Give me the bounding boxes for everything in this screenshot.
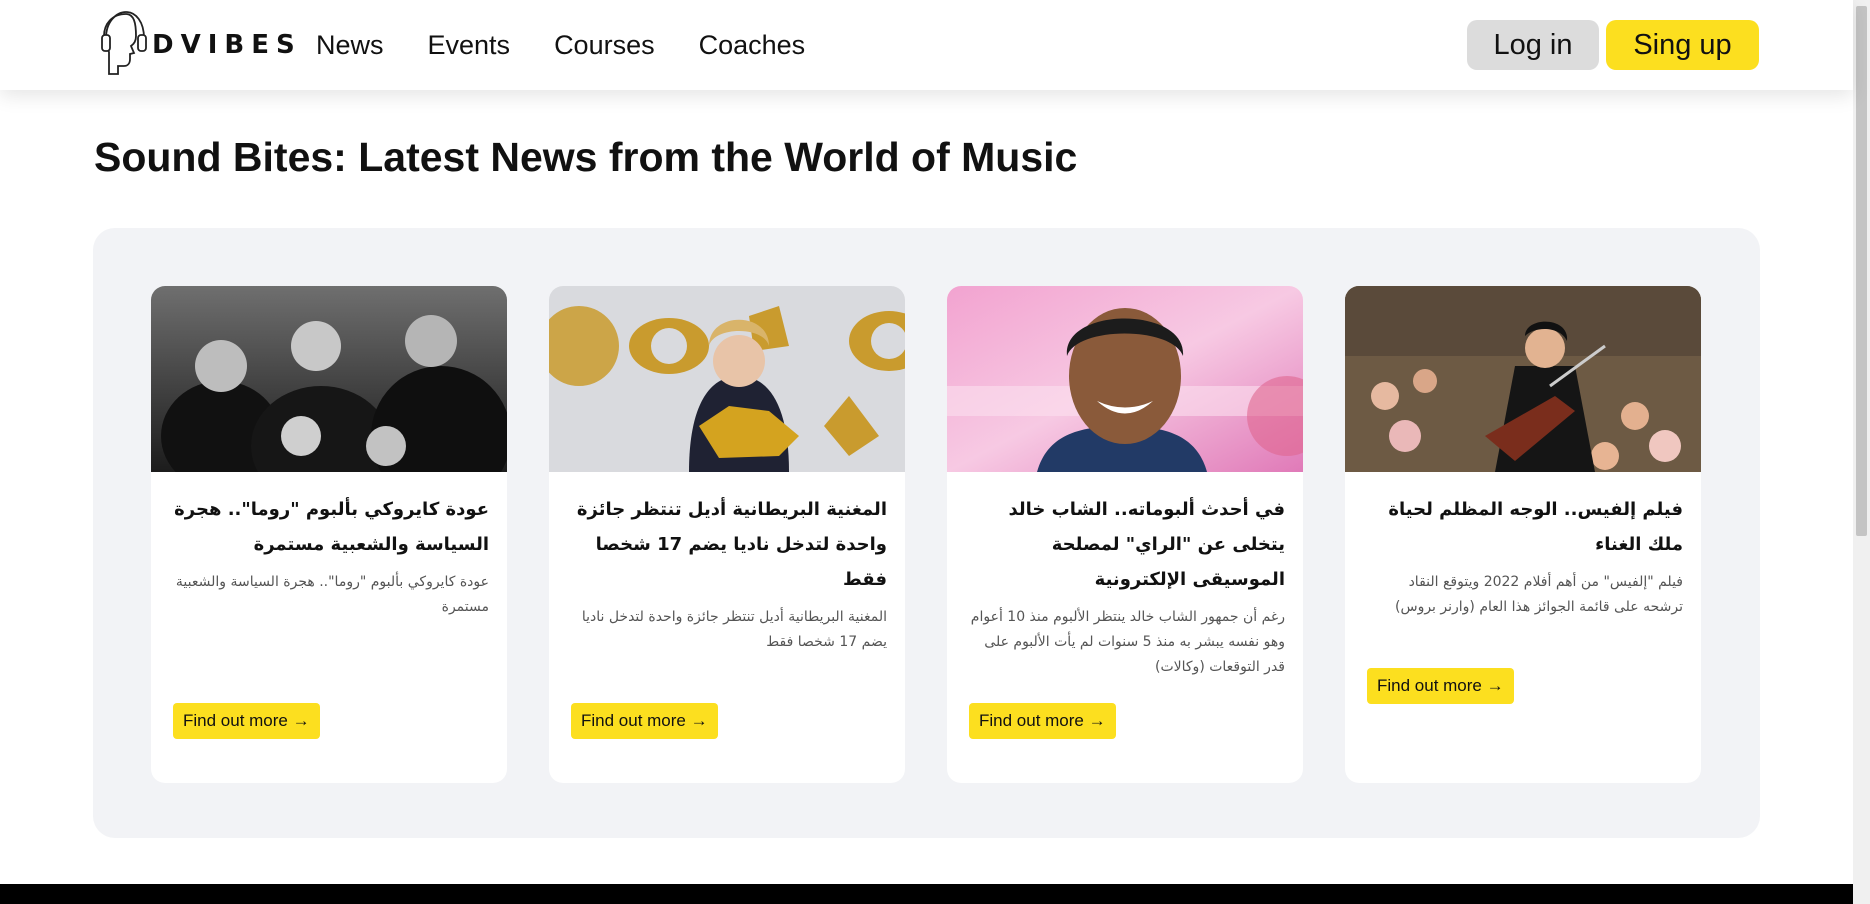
nav-news[interactable]: News — [316, 30, 384, 61]
login-button[interactable]: Log in — [1467, 20, 1599, 70]
news-card-title[interactable]: فيلم إلفيس.. الوجه المظلم لحياة ملك الغن… — [1367, 492, 1683, 562]
news-card-title[interactable]: عودة كايروكي بألبوم "روما".. هجرة السياس… — [173, 492, 489, 562]
find-out-more-button[interactable]: Find out more → — [1367, 668, 1514, 704]
news-card-description: رغم أن جمهور الشاب خالد ينتظر الألبوم من… — [970, 609, 1285, 675]
news-card-image[interactable] — [549, 286, 905, 472]
find-out-more-button[interactable]: Find out more → — [173, 703, 320, 739]
news-card: المغنية البريطانية أديل تنتظر جائزة واحد… — [549, 286, 905, 783]
headphones-head-icon — [101, 11, 147, 75]
news-card: عودة كايروكي بألبوم "روما".. هجرة السياس… — [151, 286, 507, 783]
vertical-scrollbar[interactable] — [1853, 0, 1870, 904]
main-nav: News Events Courses Coaches — [316, 0, 849, 90]
smiling-singer-photo — [947, 286, 1303, 472]
news-card-description: فيلم "إلفيس" من أهم أفلام 2022 ويتوقع ال… — [1395, 574, 1683, 615]
find-out-more-button[interactable]: Find out more → — [969, 703, 1116, 739]
signup-button[interactable]: Sing up — [1606, 20, 1759, 70]
nav-courses[interactable]: Courses — [554, 30, 655, 61]
nav-events[interactable]: Events — [428, 30, 511, 61]
news-card-description: المغنية البريطانية أديل تنتظر جائزة واحد… — [581, 609, 887, 650]
scrollbar-thumb[interactable] — [1856, 6, 1867, 536]
nav-coaches[interactable]: Coaches — [699, 30, 806, 61]
news-card-image[interactable] — [1345, 286, 1701, 472]
brand-logo[interactable]: DVIBES — [96, 8, 302, 82]
news-card: في أحدث ألبوماته.. الشاب خالد يتخلى عن "… — [947, 286, 1303, 783]
singer-awards-photo — [549, 286, 905, 472]
band-photo — [151, 286, 507, 472]
news-card-image[interactable] — [151, 286, 507, 472]
guitar-performer-photo — [1345, 286, 1701, 472]
news-section: عودة كايروكي بألبوم "روما".. هجرة السياس… — [93, 228, 1760, 838]
site-header: DVIBES News Events Courses Coaches Log i… — [0, 0, 1853, 90]
news-card: فيلم إلفيس.. الوجه المظلم لحياة ملك الغن… — [1345, 286, 1701, 783]
footer — [0, 884, 1853, 904]
page-title: Sound Bites: Latest News from the World … — [94, 134, 1078, 180]
news-card-title[interactable]: المغنية البريطانية أديل تنتظر جائزة واحد… — [571, 492, 887, 597]
news-card-title[interactable]: في أحدث ألبوماته.. الشاب خالد يتخلى عن "… — [969, 492, 1286, 597]
news-card-description: عودة كايروكي بألبوم "روما".. هجرة السياس… — [175, 574, 489, 615]
find-out-more-button[interactable]: Find out more → — [571, 703, 718, 739]
news-card-image[interactable] — [947, 286, 1303, 472]
brand-name: DVIBES — [152, 30, 302, 60]
